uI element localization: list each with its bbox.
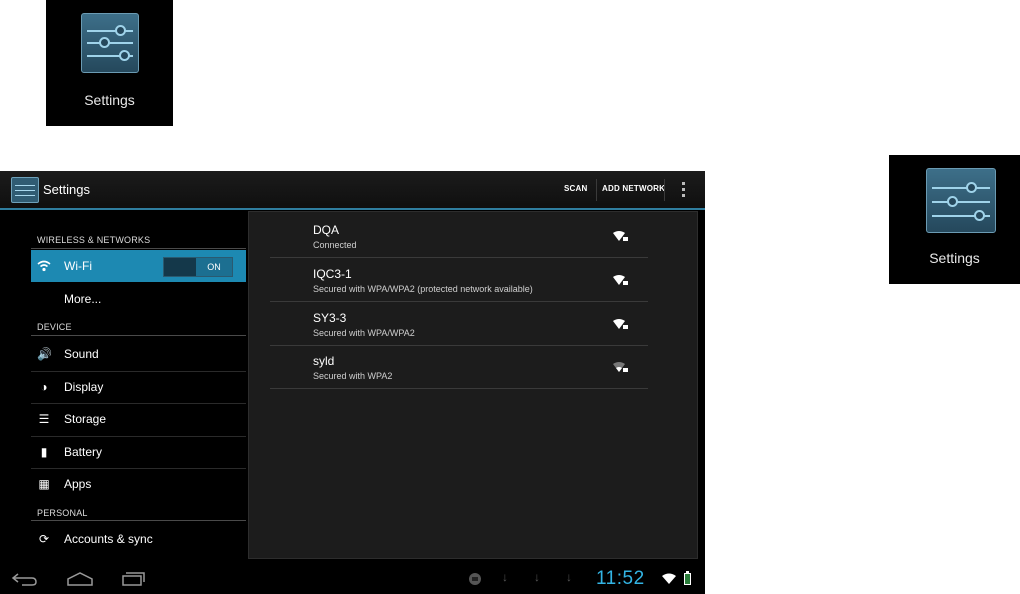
network-item[interactable]: syld Secured with WPA2 bbox=[270, 345, 648, 389]
launcher-label: Settings bbox=[929, 250, 980, 266]
settings-item-battery[interactable]: ▮ Battery bbox=[31, 436, 246, 468]
settings-item-label: Accounts & sync bbox=[64, 532, 153, 546]
network-status: Connected bbox=[313, 240, 357, 250]
android-settings-screen: Settings SCAN ADD NETWORK WIRELESS & NET… bbox=[0, 171, 705, 594]
apps-icon: ▦ bbox=[38, 477, 50, 491]
section-header-device: DEVICE bbox=[37, 322, 72, 332]
divider bbox=[664, 179, 665, 201]
settings-item-storage[interactable]: ☰ Storage bbox=[31, 403, 246, 435]
settings-app-icon[interactable] bbox=[11, 177, 39, 203]
back-icon[interactable] bbox=[10, 571, 38, 587]
notification-app-icon[interactable] bbox=[468, 572, 482, 586]
network-name: SY3-3 bbox=[313, 311, 347, 325]
settings-item-label: Sound bbox=[64, 347, 99, 361]
settings-item-label: Display bbox=[64, 380, 104, 394]
network-status: Secured with WPA/WPA2 bbox=[313, 328, 415, 338]
wifi-status-icon bbox=[662, 573, 676, 584]
network-item[interactable]: DQA Connected bbox=[270, 214, 648, 258]
add-network-button[interactable]: ADD NETWORK bbox=[602, 184, 665, 193]
storage-icon: ☰ bbox=[38, 412, 50, 426]
settings-item-accounts-sync[interactable]: ⟳ Accounts & sync bbox=[31, 523, 246, 555]
status-clock[interactable]: 11:52 bbox=[596, 568, 645, 590]
settings-item-label: More... bbox=[64, 292, 102, 306]
launcher-label: Settings bbox=[84, 92, 135, 108]
settings-item-wifi[interactable]: Wi-Fi ON bbox=[31, 250, 246, 282]
wifi-signal-locked-icon bbox=[613, 319, 628, 329]
network-name: syld bbox=[313, 354, 335, 368]
settings-launcher-right[interactable]: Settings bbox=[889, 155, 1020, 284]
section-header-wireless: WIRELESS & NETWORKS bbox=[37, 235, 151, 245]
settings-sliders-icon bbox=[926, 168, 996, 233]
settings-list: WIRELESS & NETWORKS Wi-Fi ON More... DEV… bbox=[0, 210, 246, 560]
divider bbox=[596, 179, 597, 201]
settings-sliders-icon bbox=[81, 13, 139, 73]
settings-item-label: Battery bbox=[64, 445, 103, 459]
battery-status-icon bbox=[684, 571, 691, 585]
sync-icon: ⟳ bbox=[38, 532, 50, 546]
settings-item-label: Storage bbox=[64, 412, 107, 426]
settings-item-display[interactable]: ◑ Display bbox=[31, 371, 246, 403]
settings-item-label: Apps bbox=[64, 477, 92, 491]
overflow-menu-icon[interactable] bbox=[682, 182, 686, 198]
network-name: DQA bbox=[313, 223, 340, 237]
download-icon[interactable]: ↓ bbox=[534, 571, 542, 583]
settings-launcher-top[interactable]: Settings bbox=[46, 0, 173, 126]
wifi-signal-locked-icon bbox=[613, 275, 628, 285]
sound-icon: 🔊 bbox=[37, 347, 52, 361]
network-item[interactable]: SY3-3 Secured with WPA/WPA2 bbox=[270, 302, 648, 346]
wifi-network-list: DQA Connected IQC3-1 Secured with WPA/WP… bbox=[248, 211, 698, 559]
home-icon[interactable] bbox=[66, 571, 94, 587]
wifi-signal-locked-icon bbox=[613, 231, 628, 241]
network-status: Secured with WPA/WPA2 (protected network… bbox=[313, 284, 533, 294]
section-header-personal: PERSONAL bbox=[37, 508, 88, 518]
battery-icon: ▮ bbox=[40, 445, 48, 459]
action-bar: Settings SCAN ADD NETWORK bbox=[0, 171, 705, 210]
network-status: Secured with WPA2 bbox=[313, 371, 393, 381]
wifi-signal-weak-locked-icon bbox=[613, 362, 628, 372]
download-icon[interactable]: ↓ bbox=[502, 571, 510, 583]
download-icon[interactable]: ↓ bbox=[566, 571, 574, 583]
wifi-icon bbox=[37, 260, 51, 272]
toggle-on-label: ON bbox=[196, 258, 232, 276]
settings-item-apps[interactable]: ▦ Apps bbox=[31, 468, 246, 500]
system-nav-bar: ↓ ↓ ↓ 11:52 bbox=[0, 563, 705, 594]
settings-item-more[interactable]: More... bbox=[31, 283, 246, 315]
wifi-toggle-switch[interactable]: ON bbox=[163, 257, 233, 277]
settings-item-label: Wi-Fi bbox=[64, 259, 92, 273]
scan-button[interactable]: SCAN bbox=[564, 184, 587, 193]
recent-apps-icon[interactable] bbox=[121, 571, 145, 587]
display-icon: ◑ bbox=[40, 380, 48, 394]
network-name: IQC3-1 bbox=[313, 267, 352, 281]
network-item[interactable]: IQC3-1 Secured with WPA/WPA2 (protected … bbox=[270, 258, 648, 302]
settings-item-sound[interactable]: 🔊 Sound bbox=[31, 338, 246, 370]
action-bar-title: Settings bbox=[43, 182, 90, 197]
